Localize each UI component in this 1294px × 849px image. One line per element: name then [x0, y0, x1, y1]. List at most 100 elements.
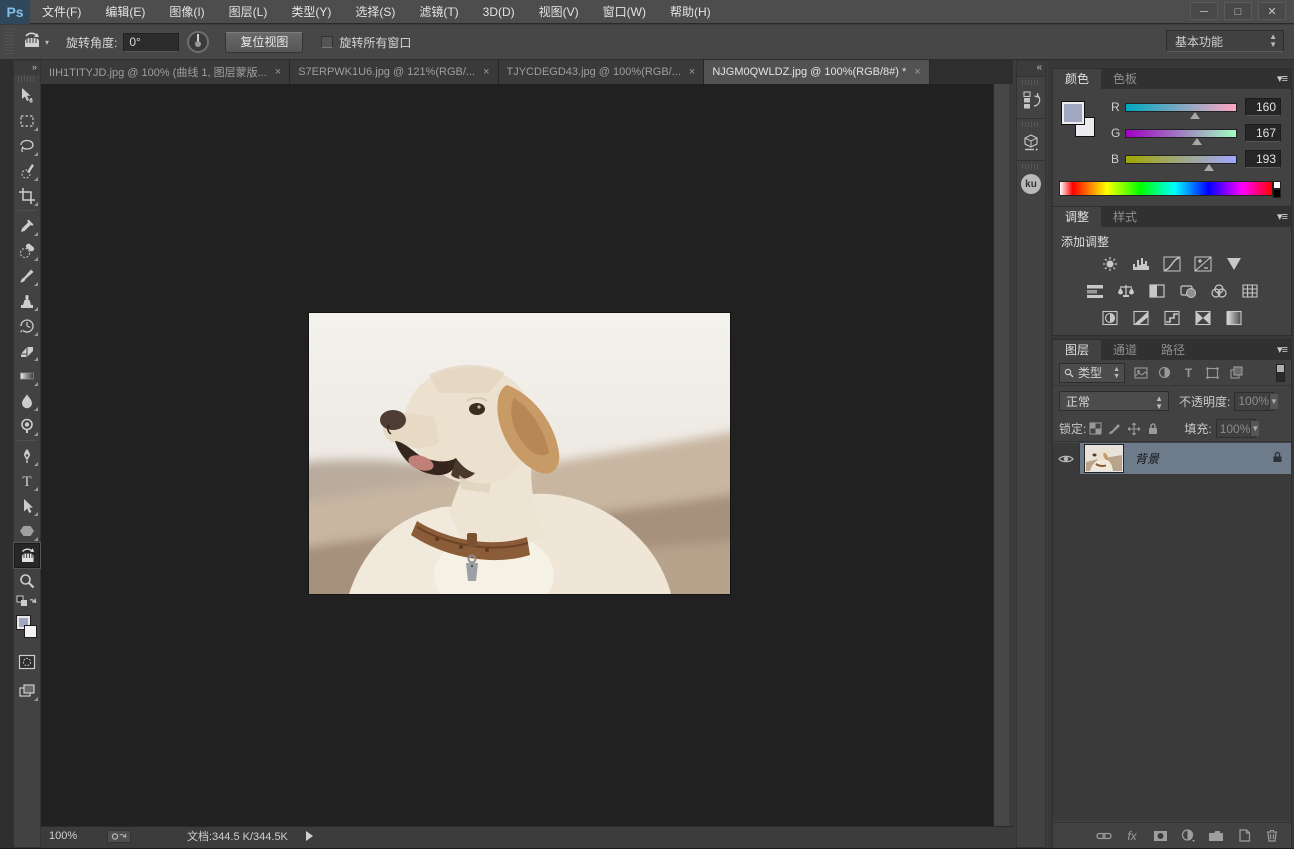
color-panel-swatches[interactable] [1061, 101, 1105, 145]
menu-filter[interactable]: 滤镜(T) [407, 0, 470, 24]
eraser-tool[interactable] [14, 338, 40, 363]
menu-edit[interactable]: 编辑(E) [93, 0, 157, 24]
close-button[interactable]: ✕ [1258, 2, 1286, 20]
menu-select[interactable]: 选择(S) [343, 0, 407, 24]
zoom-tool[interactable] [14, 568, 40, 593]
status-arrow-icon[interactable] [306, 831, 313, 841]
blend-mode-dropdown[interactable]: 正常 ▲▼ [1059, 391, 1169, 411]
menu-view[interactable]: 视图(V) [527, 0, 591, 24]
add-layer-mask-icon[interactable] [1151, 828, 1169, 844]
opacity-field[interactable]: 100% ▼ [1234, 392, 1274, 411]
document-size-info[interactable]: 文档:344.5 K/344.5K [187, 828, 288, 844]
crop-tool[interactable] [14, 183, 40, 208]
green-value-field[interactable]: 167 [1245, 124, 1281, 142]
dodge-tool[interactable] [14, 413, 40, 438]
selective-color-icon[interactable] [1222, 309, 1246, 326]
tab-color[interactable]: 颜色 [1053, 69, 1101, 89]
minimize-button[interactable]: ─ [1190, 2, 1218, 20]
rotate-view-tool-icon[interactable]: ▾ [18, 29, 52, 55]
lock-all-icon[interactable] [1143, 420, 1162, 437]
history-panel-icon[interactable] [1019, 88, 1043, 112]
hue-saturation-icon[interactable] [1083, 282, 1107, 299]
color-balance-icon[interactable] [1114, 282, 1138, 299]
eyedropper-tool[interactable] [14, 213, 40, 238]
workspace-selector[interactable]: 基本功能 ▲▼ [1166, 30, 1284, 52]
red-value-field[interactable]: 160 [1245, 98, 1281, 116]
exposure-icon[interactable] [1191, 255, 1215, 272]
new-adjustment-layer-icon[interactable] [1179, 828, 1197, 844]
document-tab-3[interactable]: TJYCDEGD43.jpg @ 100%(RGB/... × [499, 60, 705, 84]
new-group-icon[interactable] [1207, 828, 1225, 844]
levels-icon[interactable] [1129, 255, 1153, 272]
tab-adjustments[interactable]: 调整 [1053, 207, 1101, 227]
tab-layers[interactable]: 图层 [1053, 340, 1101, 360]
tab-close-icon[interactable]: × [689, 66, 695, 78]
lock-transparent-pixels-icon[interactable] [1086, 420, 1105, 437]
move-tool[interactable] [14, 83, 40, 108]
lasso-tool[interactable] [14, 133, 40, 158]
menu-3d[interactable]: 3D(D) [471, 0, 527, 24]
tools-panel-gripper[interactable] [18, 76, 36, 82]
rectangular-marquee-tool[interactable] [14, 108, 40, 133]
rotate-dial[interactable] [187, 31, 209, 53]
panel-menu-icon[interactable]: ▾≡ [1277, 343, 1287, 356]
layer-row-background[interactable]: 背景 [1053, 443, 1291, 474]
background-color-swatch[interactable] [24, 625, 37, 638]
menu-window[interactable]: 窗口(W) [591, 0, 658, 24]
posterize-icon[interactable] [1129, 309, 1153, 326]
fill-field[interactable]: 100% ▼ [1216, 419, 1256, 438]
zoom-level-field[interactable]: 100% [41, 830, 93, 842]
color-spectrum-ramp[interactable] [1059, 181, 1273, 196]
layer-filter-toggle[interactable] [1276, 364, 1285, 382]
foreground-color-swatch[interactable] [1061, 101, 1085, 125]
panel-menu-icon[interactable]: ▾≡ [1277, 210, 1287, 223]
gradient-map-icon[interactable] [1191, 309, 1215, 326]
foreground-background-swatches[interactable] [14, 613, 40, 643]
path-selection-tool[interactable] [14, 493, 40, 518]
panel-menu-icon[interactable]: ▾≡ [1277, 72, 1287, 85]
red-slider[interactable] [1125, 103, 1237, 112]
rotate-view-tool[interactable] [14, 543, 40, 568]
tab-close-icon[interactable]: × [914, 66, 920, 78]
kuler-panel-icon[interactable]: ku [1019, 172, 1043, 196]
lock-image-pixels-icon[interactable] [1105, 420, 1124, 437]
menu-layer[interactable]: 图层(L) [217, 0, 280, 24]
document-tab-4-active[interactable]: NJGM0QWLDZ.jpg @ 100%(RGB/8#) * × [704, 60, 929, 84]
document-tab-2[interactable]: S7ERPWK1U6.jpg @ 121%(RGB/... × [290, 60, 498, 84]
white-swatch[interactable] [1273, 181, 1281, 189]
blur-tool[interactable] [14, 388, 40, 413]
menu-type[interactable]: 类型(Y) [279, 0, 343, 24]
brightness-contrast-icon[interactable] [1098, 255, 1122, 272]
tools-panel-collapse[interactable]: » [14, 61, 40, 75]
color-lookup-icon[interactable] [1238, 282, 1262, 299]
filter-pixel-layers-icon[interactable] [1132, 365, 1149, 381]
pen-tool[interactable] [14, 443, 40, 468]
link-layers-icon[interactable] [1095, 828, 1113, 844]
menu-image[interactable]: 图像(I) [157, 0, 216, 24]
type-tool[interactable]: T [14, 468, 40, 493]
photo-filter-icon[interactable] [1176, 282, 1200, 299]
canvas-vertical-scrollbar[interactable] [993, 84, 1009, 826]
menu-help[interactable]: 帮助(H) [658, 0, 723, 24]
dock-expand-button[interactable]: « [1017, 61, 1045, 76]
rotate-angle-input[interactable]: 0° [123, 33, 179, 52]
clone-stamp-tool[interactable] [14, 288, 40, 313]
filter-type-layers-icon[interactable]: T [1180, 365, 1197, 381]
filter-adjustment-layers-icon[interactable] [1156, 365, 1173, 381]
options-bar-gripper[interactable] [4, 29, 14, 55]
quick-selection-tool[interactable] [14, 158, 40, 183]
tab-swatches[interactable]: 色板 [1101, 69, 1149, 89]
quick-mask-mode[interactable] [14, 649, 40, 674]
delete-layer-icon[interactable] [1263, 828, 1281, 844]
black-swatch[interactable] [1273, 189, 1281, 198]
chevron-down-icon[interactable]: ▼ [1269, 394, 1278, 409]
invert-icon[interactable] [1098, 309, 1122, 326]
shape-tool[interactable] [14, 518, 40, 543]
layer-style-icon[interactable]: fx [1123, 828, 1141, 844]
green-slider[interactable] [1125, 129, 1237, 138]
curves-icon[interactable] [1160, 255, 1184, 272]
spot-healing-brush-tool[interactable] [14, 238, 40, 263]
tab-channels[interactable]: 通道 [1101, 340, 1149, 360]
reset-view-button[interactable]: 复位视图 [225, 32, 303, 53]
layer-filter-type-dropdown[interactable]: 类型 ▲▼ [1059, 363, 1125, 383]
